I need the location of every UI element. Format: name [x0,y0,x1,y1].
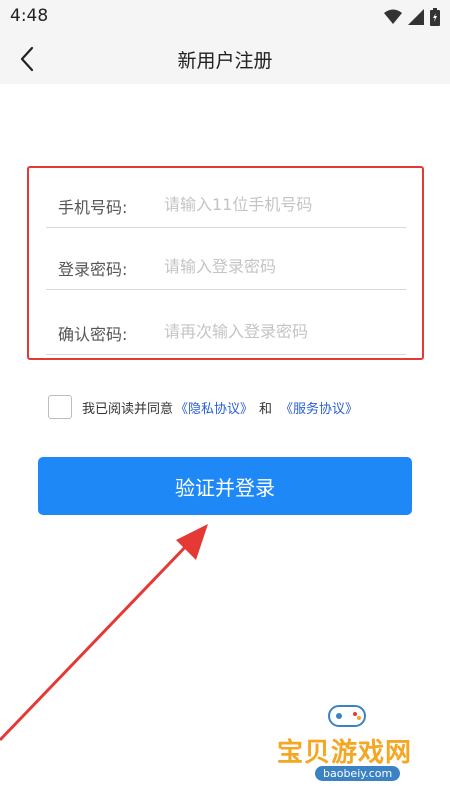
page-title: 新用户注册 [177,50,273,72]
annotation-arrow-icon [0,524,208,742]
password-input[interactable] [164,248,394,284]
privacy-link[interactable]: 《隐私协议》 [175,398,253,417]
agreement-row: 我已阅读并同意 《隐私协议》 和 《服务协议》 [48,394,358,420]
password-row: 登录密码: [46,240,406,290]
signal-icon [408,9,424,25]
watermark: 宝贝游戏网 baobeiy.com [265,700,445,795]
phone-input[interactable] [164,186,394,222]
confirm-password-row: 确认密码: [46,305,406,355]
registration-form: 手机号码: 登录密码: 确认密码: [27,166,424,360]
status-icons [384,8,440,26]
verify-login-button[interactable]: 验证并登录 [38,457,412,515]
agreement-prefix: 我已阅读并同意 [82,401,174,417]
watermark-url: baobeiy.com [315,766,401,781]
agree-checkbox[interactable] [48,395,72,419]
password-label: 登录密码: [58,260,128,279]
status-bar: 4:48 [0,0,450,34]
watermark-title: 宝贝游戏网 [277,738,413,768]
nav-bar: 新用户注册 [0,34,450,84]
wifi-icon [384,9,402,24]
gamepad-icon [328,705,366,727]
confirm-password-input[interactable] [164,313,394,349]
agreement-and: 和 [259,401,273,417]
phone-label: 手机号码: [58,198,128,217]
status-time: 4:48 [10,6,49,26]
battery-icon [430,8,440,26]
phone-row: 手机号码: [46,178,406,228]
confirm-password-label: 确认密码: [58,325,128,344]
service-link[interactable]: 《服务协议》 [280,398,358,417]
